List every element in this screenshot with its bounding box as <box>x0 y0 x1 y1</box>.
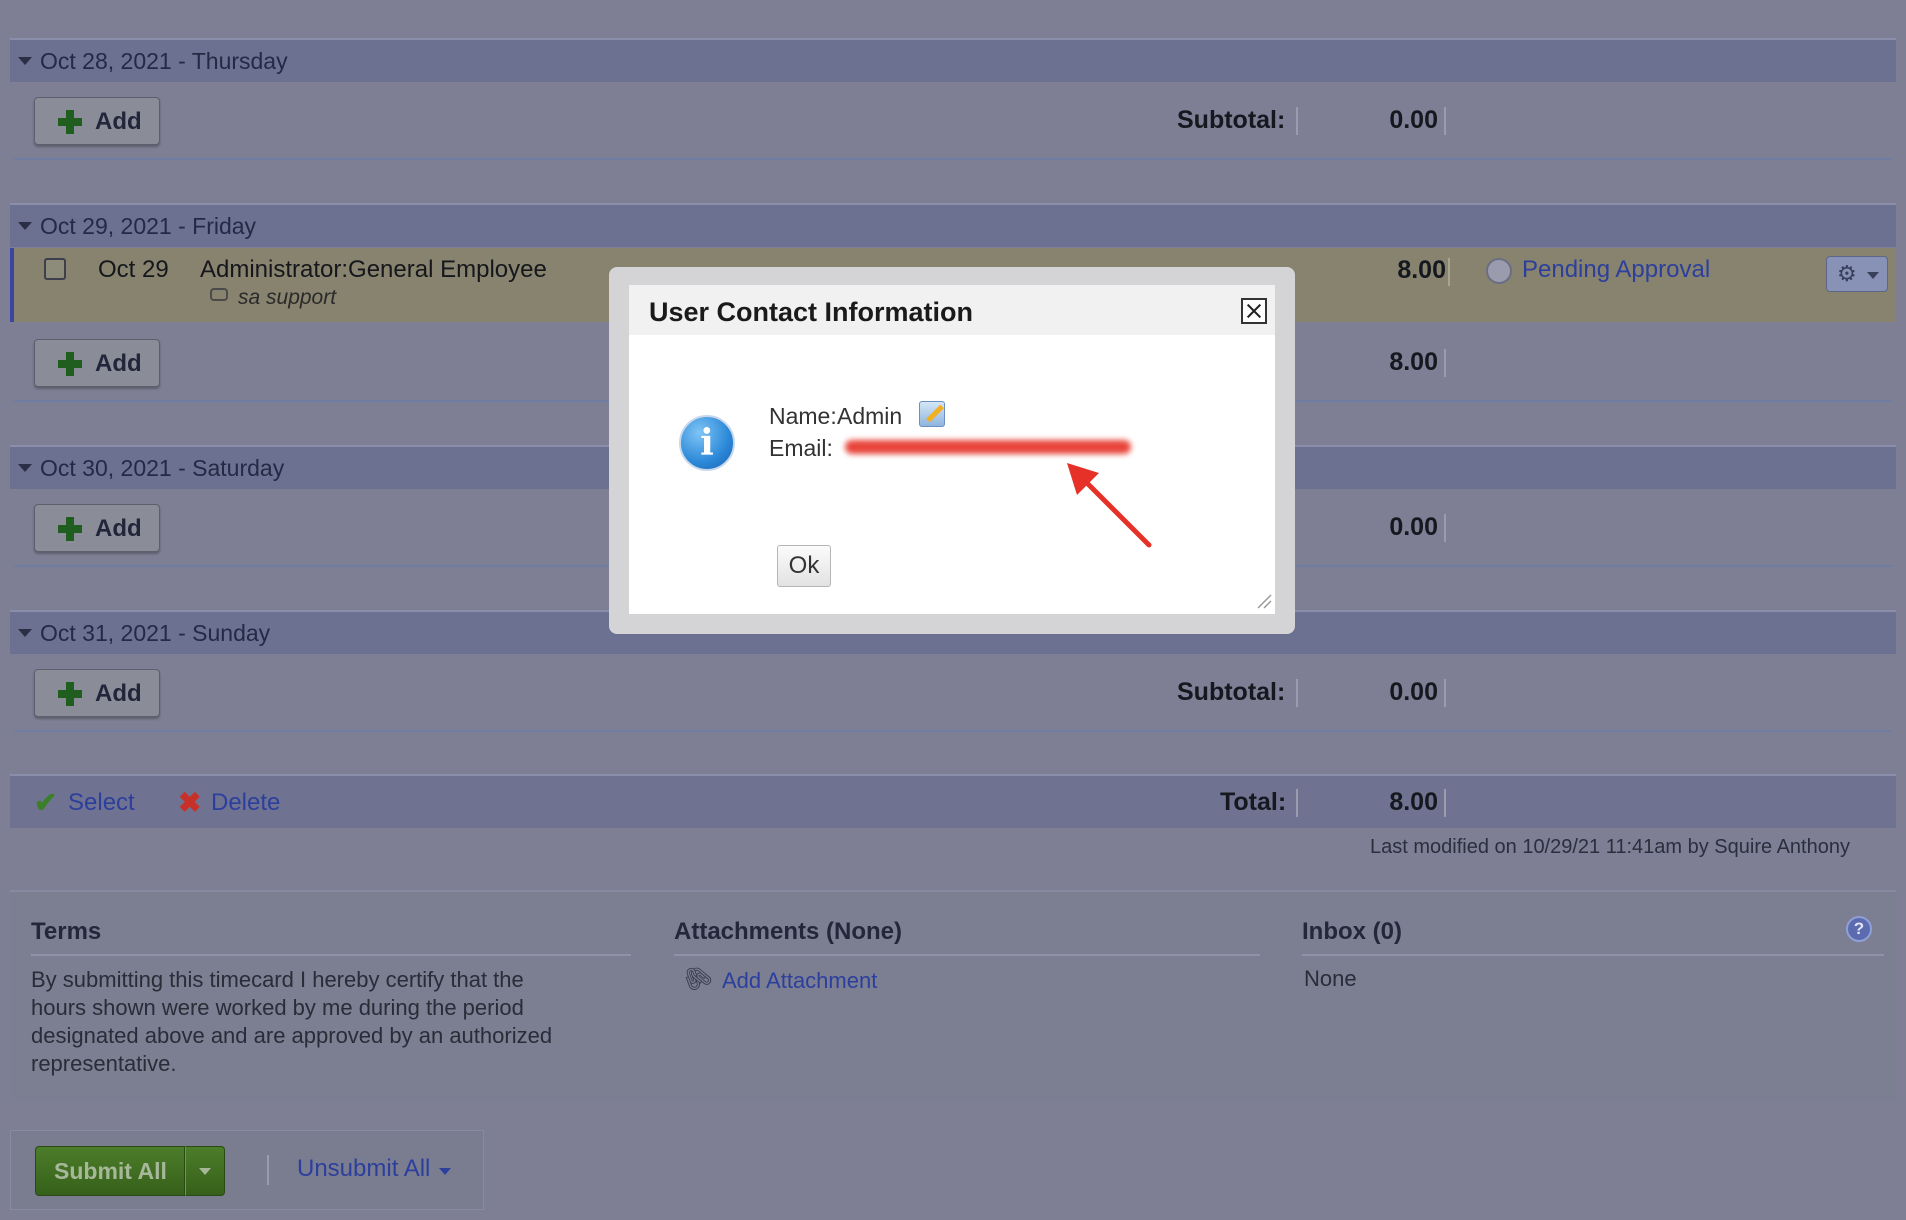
comment-icon <box>210 288 228 301</box>
edit-pencil-icon[interactable] <box>919 401 945 427</box>
total-value: 8.00 <box>1389 788 1438 816</box>
delete-link[interactable]: Delete <box>211 789 280 817</box>
add-label: Add <box>95 515 142 542</box>
terms-line: designated above and are approved by an … <box>31 1023 553 1048</box>
submit-all-button[interactable]: Submit All <box>35 1146 185 1196</box>
divider <box>1444 349 1446 377</box>
resize-grip-icon[interactable] <box>1254 591 1272 609</box>
subtotal-value: 8.00 <box>1389 348 1438 376</box>
plus-icon <box>58 517 82 541</box>
divider <box>14 730 1892 732</box>
day-title: Oct 28, 2021 - Thursday <box>40 48 288 74</box>
collapse-triangle-icon[interactable] <box>18 629 32 637</box>
terms-line: representative. <box>31 1051 177 1076</box>
select-link[interactable]: Select <box>68 789 135 817</box>
subtotal-label: Subtotal: <box>1177 106 1286 134</box>
divider <box>1296 789 1298 817</box>
terms-line: By submitting this timecard I hereby cer… <box>31 967 524 992</box>
submit-all-label: Submit All <box>54 1158 167 1184</box>
divider <box>1444 514 1446 542</box>
plus-icon <box>58 110 82 134</box>
entry-hours: 8.00 <box>1397 256 1446 284</box>
total-label: Total: <box>1220 788 1287 816</box>
entry-description: Administrator:General Employee <box>200 256 547 283</box>
timecard-footer-bar: ✔ Select ✖ Delete Total: 8.00 <box>10 774 1896 828</box>
chevron-down-icon <box>1867 272 1879 279</box>
redacted-email <box>845 440 1131 454</box>
last-modified-text: Last modified on 10/29/21 11:41am by Squ… <box>1370 836 1850 858</box>
pending-status-icon <box>1486 258 1512 284</box>
entry-date: Oct 29 <box>98 256 169 283</box>
divider <box>14 158 1892 160</box>
day-header-oct-28[interactable]: Oct 28, 2021 - Thursday <box>10 38 1896 82</box>
subtotal-value: 0.00 <box>1389 513 1438 541</box>
gear-icon: ⚙ <box>1837 261 1857 286</box>
divider <box>1302 954 1884 956</box>
add-label: Add <box>95 350 142 377</box>
day-title: Oct 30, 2021 - Saturday <box>40 455 285 481</box>
divider <box>31 954 631 956</box>
add-button[interactable]: Add <box>34 504 160 552</box>
divider <box>1296 679 1298 707</box>
subtotal-value: 0.00 <box>1389 678 1438 706</box>
add-label: Add <box>95 680 142 707</box>
entry-checkbox[interactable] <box>44 258 66 280</box>
name-label: Name: <box>769 403 837 429</box>
dialog-body: User Contact Information i Name: Admin E… <box>629 285 1275 614</box>
divider <box>1448 258 1450 286</box>
divider <box>1444 107 1446 135</box>
collapse-triangle-icon[interactable] <box>18 222 32 230</box>
close-icon[interactable] <box>1241 298 1267 324</box>
subtotal-value: 0.00 <box>1389 106 1438 134</box>
dialog-titlebar[interactable]: User Contact Information <box>629 285 1275 335</box>
annotation-arrow-icon <box>1067 463 1152 548</box>
add-button[interactable]: Add <box>34 339 160 387</box>
entry-comment: sa support <box>238 286 337 309</box>
plus-icon <box>58 352 82 376</box>
add-button[interactable]: Add <box>34 97 160 145</box>
checkmark-icon: ✔ <box>34 787 58 818</box>
submit-dropdown-button[interactable] <box>185 1146 225 1196</box>
subtotal-label: Subtotal: <box>1177 678 1286 706</box>
day-title: Oct 29, 2021 - Friday <box>40 213 257 239</box>
terms-text: By submitting this timecard I hereby cer… <box>31 966 552 1078</box>
inbox-heading: Inbox (0) <box>1302 918 1402 945</box>
name-value: Admin <box>837 403 903 429</box>
attachments-heading: Attachments (None) <box>674 918 903 945</box>
add-attachment-link[interactable]: Add Attachment <box>722 968 877 994</box>
add-label: Add <box>95 108 142 135</box>
user-contact-dialog: User Contact Information i Name: Admin E… <box>609 267 1295 634</box>
submit-actions-bar: Submit All Unsubmit All <box>10 1130 484 1210</box>
email-label: Email: <box>769 435 833 461</box>
info-icon: i <box>679 415 735 471</box>
chevron-down-icon <box>199 1168 211 1175</box>
help-icon[interactable]: ? <box>1846 916 1872 942</box>
status-link[interactable]: Pending Approval <box>1522 256 1710 284</box>
ok-button[interactable]: Ok <box>777 545 831 587</box>
pencil-shape <box>926 404 944 423</box>
divider <box>1444 789 1446 817</box>
dialog-title: User Contact Information <box>649 297 974 327</box>
collapse-triangle-icon[interactable] <box>18 57 32 65</box>
add-button[interactable]: Add <box>34 669 160 717</box>
divider <box>1444 679 1446 707</box>
divider <box>267 1155 269 1185</box>
divider <box>674 954 1260 956</box>
paperclip-icon: 🖇 <box>677 958 718 999</box>
collapse-triangle-icon[interactable] <box>18 464 32 472</box>
row-settings-button[interactable]: ⚙ <box>1826 256 1888 292</box>
day-title: Oct 31, 2021 - Sunday <box>40 620 271 646</box>
chevron-down-icon[interactable] <box>439 1168 451 1175</box>
inbox-value: None <box>1304 966 1357 991</box>
timecard-info-panel: Terms By submitting this timecard I here… <box>10 890 1896 1102</box>
unsubmit-all-link[interactable]: Unsubmit All <box>297 1155 430 1183</box>
plus-icon <box>58 682 82 706</box>
terms-heading: Terms <box>31 918 102 945</box>
delete-x-icon: ✖ <box>178 787 202 818</box>
terms-line: hours shown were worked by me during the… <box>31 995 524 1020</box>
day-header-oct-29[interactable]: Oct 29, 2021 - Friday <box>10 203 1896 247</box>
divider <box>1296 107 1298 135</box>
